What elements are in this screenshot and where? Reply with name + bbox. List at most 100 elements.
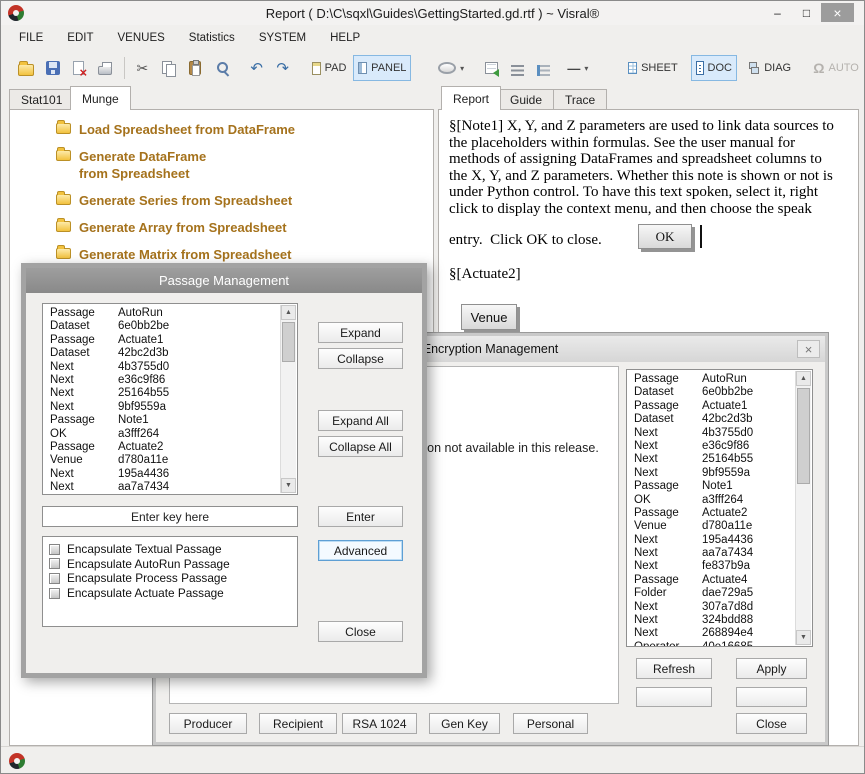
checkbox-row[interactable]: Encapsulate Process Passage <box>49 571 297 586</box>
list-rows-button[interactable] <box>505 55 529 81</box>
menu-system[interactable]: SYSTEM <box>247 32 318 44</box>
expand-all-button[interactable]: Expand All <box>318 410 403 431</box>
line-style-dropdown[interactable]: —▾ <box>563 55 592 81</box>
minimize-button[interactable]: – <box>763 3 792 22</box>
list-item[interactable]: Next307a7d8d <box>634 601 794 614</box>
checkbox-icon[interactable] <box>49 573 60 584</box>
list-item[interactable]: Venued780a11e <box>634 520 794 533</box>
list-item[interactable]: Nexte36c9f86 <box>634 440 794 453</box>
menu-edit[interactable]: EDIT <box>55 32 105 44</box>
list-item[interactable]: OKa3fff264 <box>50 428 279 441</box>
tab-munge[interactable]: Munge <box>70 86 131 110</box>
diag-view-button[interactable]: DIAG <box>743 55 796 81</box>
tree-item[interactable]: Generate Matrix from Spreadsheet <box>56 246 304 263</box>
pad-button[interactable]: PAD <box>307 55 352 81</box>
list-item[interactable]: Dataset6e0bb2be <box>50 320 279 333</box>
print-button[interactable] <box>93 55 118 81</box>
tab-trace[interactable]: Trace <box>553 89 607 110</box>
tree-item[interactable]: Load Spreadsheet from DataFrame <box>56 121 304 138</box>
list-item[interactable]: PassageAutoRun <box>634 373 794 386</box>
list-item[interactable]: Nextaa7a7434 <box>634 547 794 560</box>
sheet-insert-button[interactable] <box>479 55 503 81</box>
list-item[interactable]: Next25164b55 <box>634 453 794 466</box>
checkbox-icon[interactable] <box>49 588 60 599</box>
blank-button[interactable] <box>636 687 712 707</box>
list-item[interactable]: Nextfe837b9a <box>634 560 794 573</box>
list-item[interactable]: Nextaa7a7434 <box>50 481 279 494</box>
list-item[interactable]: Venued780a11e <box>50 454 279 467</box>
tree-item[interactable]: Generate DataFrame from Spreadsheet <box>56 148 234 182</box>
advanced-button[interactable]: Advanced <box>318 540 403 561</box>
list-item[interactable]: Next195a4436 <box>634 534 794 547</box>
list-item[interactable]: Next268894e4 <box>634 627 794 640</box>
tree-item[interactable]: Generate Array from Spreadsheet <box>56 219 304 236</box>
list-item[interactable]: Folderdae729a5 <box>634 587 794 600</box>
list-item[interactable]: Next9bf9559a <box>50 401 279 414</box>
blank-button[interactable] <box>736 687 807 707</box>
list-item[interactable]: Dataset42bc2d3b <box>50 347 279 360</box>
checkbox-icon[interactable] <box>49 544 60 555</box>
checkbox-row[interactable]: Encapsulate Actuate Passage <box>49 586 297 601</box>
list-item[interactable]: Next25164b55 <box>50 387 279 400</box>
scroll-up-icon[interactable]: ▲ <box>281 305 296 320</box>
tab-guide[interactable]: Guide <box>498 89 554 110</box>
key-input[interactable] <box>42 506 298 527</box>
scroll-down-icon[interactable]: ▼ <box>281 478 296 493</box>
menu-file[interactable]: FILE <box>7 32 55 44</box>
list-item[interactable]: PassageNote1 <box>50 414 279 427</box>
list-item[interactable]: PassageActuate1 <box>50 334 279 347</box>
expand-button[interactable]: Expand <box>318 322 403 343</box>
outline-rows-button[interactable] <box>531 55 555 81</box>
producer-button[interactable]: Producer <box>169 713 247 734</box>
list-item[interactable]: PassageActuate4 <box>634 574 794 587</box>
scroll-down-icon[interactable]: ▼ <box>796 630 811 645</box>
menu-statistics[interactable]: Statistics <box>177 32 247 44</box>
gen-key-button[interactable]: Gen Key <box>429 713 500 734</box>
checkbox-icon[interactable] <box>49 558 60 569</box>
scroll-thumb[interactable] <box>282 322 295 362</box>
list-item[interactable]: Operator40e16685 <box>634 641 794 646</box>
tab-report[interactable]: Report <box>441 86 501 110</box>
list-item[interactable]: Next195a4436 <box>50 468 279 481</box>
encryption-dialog-close-button[interactable]: × <box>797 340 820 358</box>
copy-button[interactable] <box>156 55 181 81</box>
enter-button[interactable]: Enter <box>318 506 403 527</box>
undo-button[interactable]: ↶ <box>245 55 269 81</box>
list-item[interactable]: PassageActuate1 <box>634 400 794 413</box>
list-item[interactable]: Dataset42bc2d3b <box>634 413 794 426</box>
maximize-button[interactable]: □ <box>792 3 821 22</box>
paste-button[interactable] <box>183 55 207 81</box>
list-item[interactable]: Dataset6e0bb2be <box>634 386 794 399</box>
panel-button[interactable]: PANEL <box>353 55 411 81</box>
doc-view-button[interactable]: DOC <box>691 55 737 81</box>
list-item[interactable]: Next324bdd88 <box>634 614 794 627</box>
redo-button[interactable]: ↷ <box>271 55 295 81</box>
checkbox-row[interactable]: Encapsulate AutoRun Passage <box>49 557 297 572</box>
cut-button[interactable]: ✂ <box>130 55 154 81</box>
find-button[interactable] <box>209 55 235 81</box>
open-button[interactable] <box>13 55 39 81</box>
scroll-thumb[interactable] <box>797 388 810 484</box>
collapse-all-button[interactable]: Collapse All <box>318 436 403 457</box>
passage-dialog-titlebar[interactable]: Passage Management <box>26 268 422 293</box>
tab-stat101[interactable]: Stat101 <box>9 89 74 110</box>
list-item[interactable]: Next4b3755d0 <box>634 427 794 440</box>
list-item[interactable]: PassageActuate2 <box>50 441 279 454</box>
list-item[interactable]: PassageActuate2 <box>634 507 794 520</box>
scrollbar[interactable]: ▲ ▼ <box>795 371 811 645</box>
list-item[interactable]: PassageAutoRun <box>50 307 279 320</box>
apply-button[interactable]: Apply <box>736 658 807 679</box>
shape-dropdown-button[interactable]: ▾ <box>433 55 469 81</box>
tree-item[interactable]: Generate Series from Spreadsheet <box>56 192 304 209</box>
list-item[interactable]: OKa3fff264 <box>634 494 794 507</box>
encryption-close-button[interactable]: Close <box>736 713 807 734</box>
list-item[interactable]: Next4b3755d0 <box>50 361 279 374</box>
list-item[interactable]: PassageNote1 <box>634 480 794 493</box>
ok-button[interactable]: OK <box>638 224 692 249</box>
scroll-up-icon[interactable]: ▲ <box>796 371 811 386</box>
menu-venues[interactable]: VENUES <box>106 32 177 44</box>
menu-help[interactable]: HELP <box>318 32 372 44</box>
passage-close-button[interactable]: Close <box>318 621 403 642</box>
scrollbar[interactable]: ▲ ▼ <box>280 305 296 493</box>
rsa-1024-button[interactable]: RSA 1024 <box>342 713 417 734</box>
